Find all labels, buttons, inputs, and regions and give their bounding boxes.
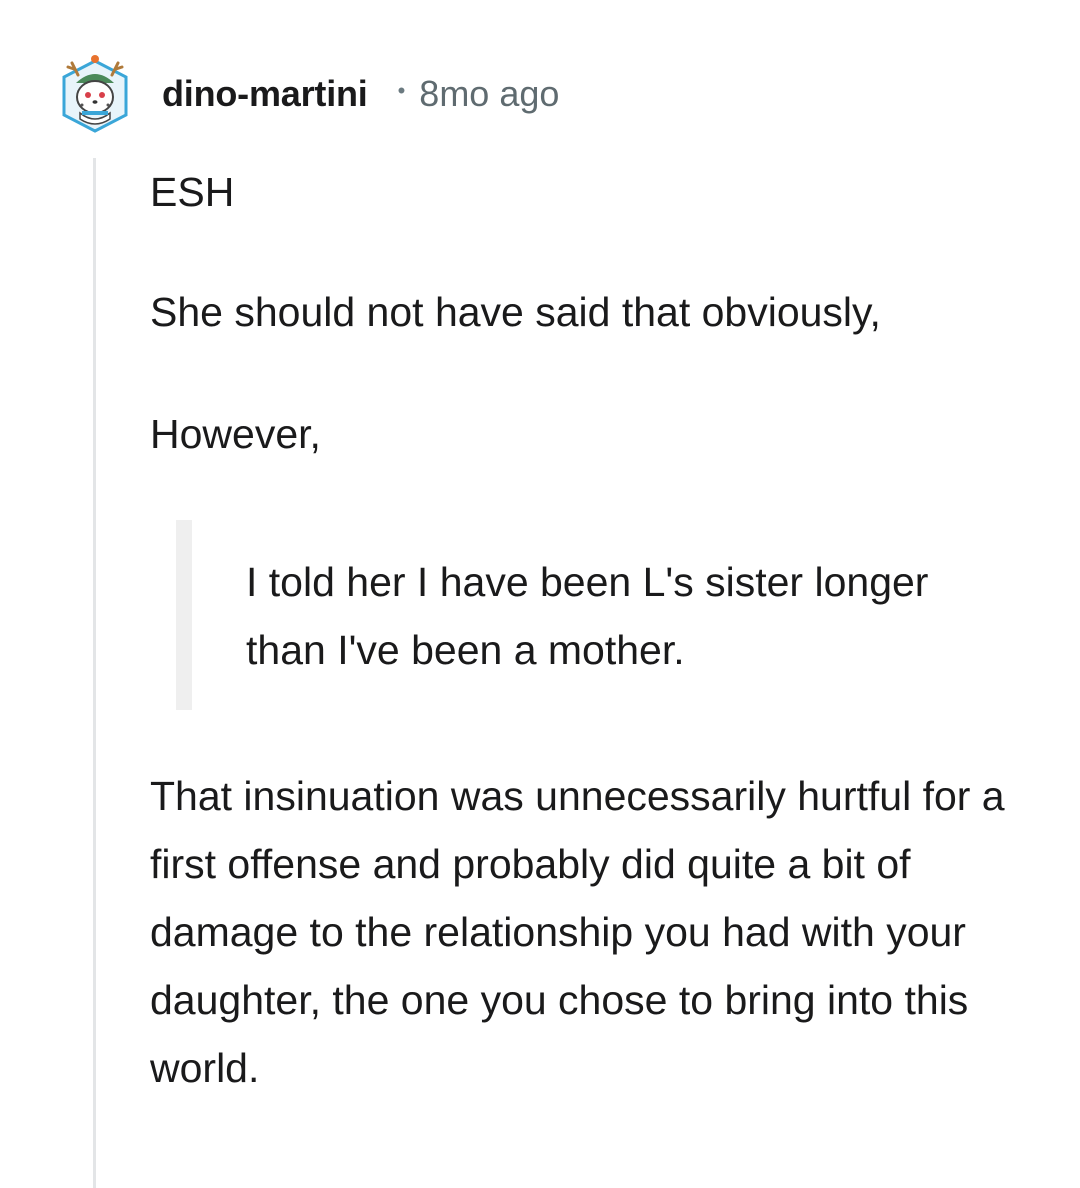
comment-paragraph: She should not have said that obviously, — [150, 289, 881, 335]
comment-timestamp[interactable]: 8mo ago — [419, 73, 559, 115]
snow-leopard-antler-avatar-icon[interactable] — [60, 53, 130, 135]
blockquote-bar — [176, 520, 192, 710]
username-link[interactable]: dino-martini — [162, 73, 368, 115]
comment-header: dino-martini • 8mo ago — [60, 52, 559, 136]
blockquote-text: I told her I have been L's sister longer… — [246, 559, 929, 673]
comment-paragraph: That insinuation was unnecessarily hurtf… — [150, 773, 1005, 1091]
comment: dino-martini • 8mo ago ESH She should no… — [0, 0, 1080, 1188]
comment-paragraph: However, — [150, 411, 321, 457]
meta-separator: • — [397, 78, 406, 103]
comment-paragraph: ESH — [150, 169, 235, 215]
thread-collapse-line[interactable] — [93, 158, 96, 1188]
